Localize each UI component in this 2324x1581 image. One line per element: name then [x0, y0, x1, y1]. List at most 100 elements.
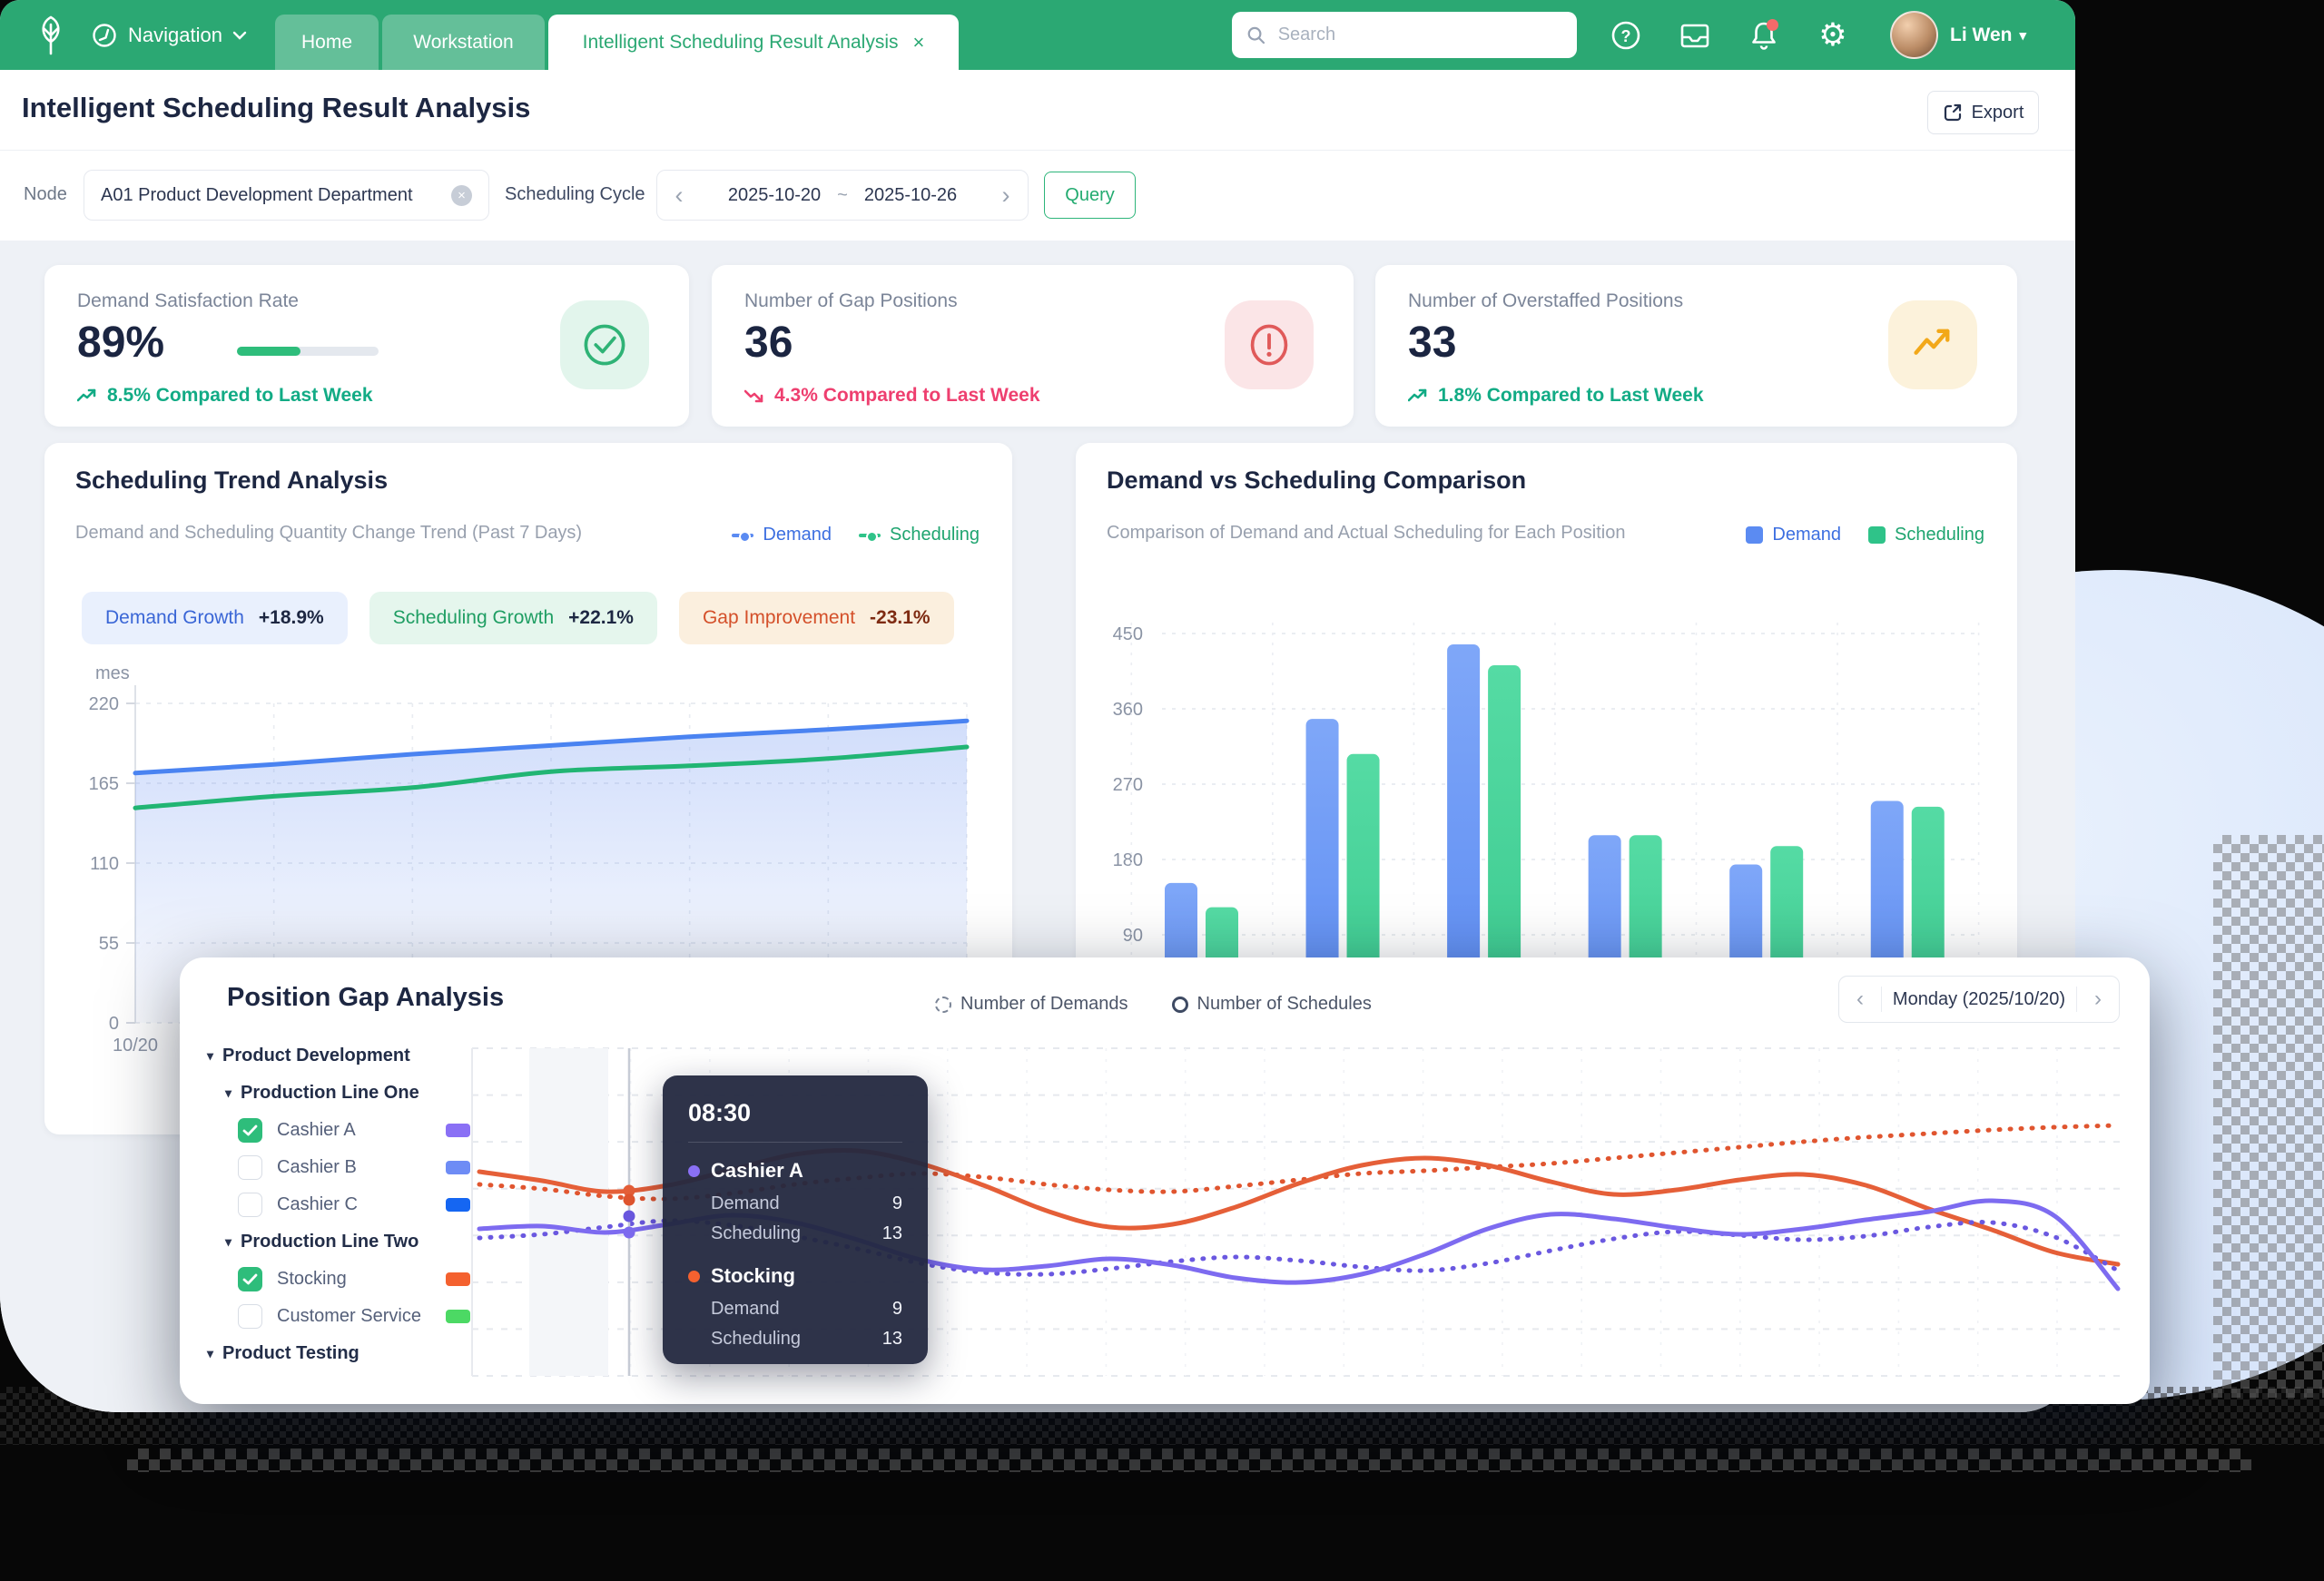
- legend-scheduling[interactable]: Scheduling: [859, 525, 980, 545]
- checkbox-unchecked-icon[interactable]: [238, 1193, 262, 1217]
- svg-text:0: 0: [109, 1014, 119, 1034]
- caret-down-icon: ▾: [225, 1234, 231, 1250]
- checkbox-unchecked-icon[interactable]: [238, 1155, 262, 1180]
- settings-button[interactable]: ⚙: [1816, 18, 1850, 53]
- navigation-menu[interactable]: Navigation: [91, 0, 247, 70]
- cycle-range-picker[interactable]: ‹ 2025-10-20 ~ 2025-10-26 ›: [656, 170, 1029, 221]
- help-button[interactable]: ?: [1609, 18, 1643, 53]
- trend-badges: Demand Growth +18.9% Scheduling Growth +…: [82, 592, 954, 644]
- trend-card-title: Scheduling Trend Analysis: [75, 466, 388, 495]
- inbox-icon: [1679, 19, 1711, 52]
- checkbox-checked-icon[interactable]: [238, 1267, 262, 1291]
- caret-down-icon: ▾: [207, 1346, 213, 1361]
- compass-icon: [91, 22, 118, 49]
- node-label: Node: [24, 184, 67, 205]
- tree-item-cashier-b[interactable]: Cashier B: [207, 1149, 470, 1186]
- tab-home[interactable]: Home: [275, 15, 379, 70]
- tooltip-row: Scheduling13: [688, 1329, 902, 1350]
- trend-up-icon: [1408, 388, 1428, 403]
- svg-text:90: 90: [1123, 926, 1143, 946]
- decor-pixel-noise-bottom-2: [127, 1448, 2251, 1472]
- stat-icon-badge: [560, 300, 649, 389]
- tab-scheduling-analysis[interactable]: Intelligent Scheduling Result Analysis ×: [548, 15, 959, 70]
- tree-item-customer-service[interactable]: Customer Service: [207, 1298, 470, 1335]
- tree-group-product-development[interactable]: ▾Product Development: [207, 1037, 470, 1075]
- checkbox-unchecked-icon[interactable]: [238, 1304, 262, 1329]
- page-header: Intelligent Scheduling Result Analysis E…: [0, 70, 2075, 151]
- svg-text:220: 220: [89, 694, 119, 714]
- search-box[interactable]: [1232, 12, 1577, 58]
- top-nav: Navigation Home Workstation Intelligent …: [0, 0, 2075, 70]
- export-button[interactable]: Export: [1927, 91, 2039, 134]
- svg-text:mes: mes: [95, 663, 130, 683]
- tree-item-stocking[interactable]: Stocking: [207, 1261, 470, 1298]
- cycle-start-date: 2025-10-20: [728, 185, 821, 206]
- tooltip-time: 08:30: [688, 1099, 902, 1127]
- caret-down-icon: ▾: [207, 1048, 213, 1064]
- gap-line-chart: [180, 957, 2150, 1404]
- svg-text:450: 450: [1113, 624, 1143, 644]
- gear-icon: ⚙: [1818, 17, 1846, 54]
- tree-item-cashier-a[interactable]: Cashier A: [207, 1112, 470, 1149]
- line-marker-icon: [859, 534, 881, 537]
- satisfaction-progress-fill: [237, 347, 300, 356]
- node-select[interactable]: A01 Product Development Department ×: [84, 170, 489, 221]
- decor-pixel-noise-right: [2213, 835, 2324, 1398]
- user-menu[interactable]: Li Wen ▾: [1950, 0, 2026, 70]
- notifications-button[interactable]: [1747, 18, 1781, 53]
- user-name: Li Wen: [1950, 25, 2012, 46]
- stat-value: 33: [1408, 318, 1456, 368]
- chevron-right-icon[interactable]: ›: [984, 182, 1028, 210]
- badge-gap-improvement: Gap Improvement -23.1%: [679, 592, 954, 644]
- tooltip-series-name: Cashier A: [688, 1159, 902, 1183]
- position-tree: ▾Product Development▾Production Line One…: [207, 1037, 470, 1372]
- trend-up-icon: [77, 388, 97, 403]
- stat-title: Number of Gap Positions: [744, 290, 958, 312]
- stat-compare: 4.3% Compared to Last Week: [744, 385, 1040, 407]
- cycle-label: Scheduling Cycle: [505, 184, 645, 205]
- stat-value: 36: [744, 318, 793, 368]
- tree-group-production-line-one[interactable]: ▾Production Line One: [207, 1075, 470, 1112]
- trend-down-icon: [744, 388, 764, 403]
- series-color-swatch: [446, 1272, 470, 1286]
- tab-workstation[interactable]: Workstation: [382, 15, 545, 70]
- position-gap-panel: Position Gap Analysis Number of Demands …: [180, 957, 2150, 1404]
- trend-legend: Demand Scheduling: [732, 525, 980, 545]
- svg-text:55: 55: [99, 934, 119, 954]
- svg-text:180: 180: [1113, 850, 1143, 870]
- chart-tooltip: 08:30 Cashier ADemand9Scheduling13 Stock…: [663, 1075, 928, 1364]
- clear-icon[interactable]: ×: [451, 185, 472, 206]
- stat-title: Demand Satisfaction Rate: [77, 290, 299, 312]
- brand-logo-icon[interactable]: [33, 14, 69, 57]
- svg-text:110: 110: [90, 854, 119, 874]
- badge-scheduling-growth: Scheduling Growth +22.1%: [369, 592, 657, 644]
- stat-card-overstaffed: Number of Overstaffed Positions 33 1.8% …: [1375, 265, 2017, 427]
- tree-group-production-line-two[interactable]: ▾Production Line Two: [207, 1223, 470, 1261]
- tooltip-row: Demand9: [688, 1193, 902, 1214]
- stat-card-satisfaction: Demand Satisfaction Rate 89% 8.5% Compar…: [44, 265, 689, 427]
- query-button[interactable]: Query: [1044, 172, 1136, 219]
- tree-item-cashier-c[interactable]: Cashier C: [207, 1186, 470, 1223]
- page-title: Intelligent Scheduling Result Analysis: [22, 92, 530, 124]
- legend-demand[interactable]: Demand: [732, 525, 832, 545]
- stat-value: 89%: [77, 318, 164, 368]
- svg-text:360: 360: [1113, 700, 1143, 720]
- stat-icon-badge: [1225, 300, 1314, 389]
- tab-home-label: Home: [301, 32, 352, 54]
- avatar[interactable]: [1890, 11, 1938, 59]
- checkbox-checked-icon[interactable]: [238, 1118, 262, 1143]
- navigation-menu-label: Navigation: [128, 24, 222, 47]
- close-icon[interactable]: ×: [913, 33, 925, 53]
- series-color-swatch: [446, 1124, 470, 1137]
- badge-demand-growth: Demand Growth +18.9%: [82, 592, 348, 644]
- node-select-value: A01 Product Development Department: [101, 185, 413, 206]
- chevron-left-icon[interactable]: ‹: [657, 182, 701, 210]
- stat-compare: 1.8% Compared to Last Week: [1408, 385, 1704, 407]
- tree-group-product-testing[interactable]: ▾Product Testing: [207, 1335, 470, 1372]
- filter-bar: Node A01 Product Development Department …: [0, 151, 2075, 241]
- inbox-button[interactable]: [1678, 18, 1712, 53]
- search-input[interactable]: [1276, 24, 1562, 46]
- series-color-swatch: [446, 1310, 470, 1323]
- svg-text:165: 165: [89, 774, 119, 794]
- svg-text:270: 270: [1113, 775, 1143, 795]
